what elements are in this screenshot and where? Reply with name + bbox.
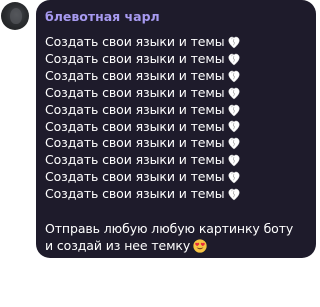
sender-avatar[interactable]: [1, 2, 29, 30]
message-line: Создать свои языки и темы: [45, 152, 306, 169]
message-lines: Создать свои языки и темы Создать свои яз…: [45, 34, 306, 203]
message-line-text: Создать свои языки и темы: [45, 50, 225, 66]
white-heart-emoji-icon: [228, 188, 240, 201]
white-heart-emoji-icon: [228, 87, 240, 99]
footer-line-2-wrap: и создай из нее темку: [45, 237, 306, 254]
message-line: Создать свои языки и темы: [45, 119, 306, 136]
message-line: Создать свои языки и темы: [45, 169, 306, 186]
message-line-text: Создать свои языки и темы: [45, 152, 225, 168]
footer-line-1: Отправь любую любую картинку боту: [45, 221, 294, 237]
white-heart-emoji-icon: [228, 70, 240, 83]
white-heart-emoji-icon: [228, 138, 240, 150]
message-footer: Отправь любую любую картинку боту и созд…: [45, 220, 306, 254]
white-heart-emoji-icon: [228, 171, 240, 184]
white-heart-emoji-icon: [228, 36, 240, 49]
message-line-text: Создать свои языки и темы: [45, 169, 225, 185]
message-line-text: Создать свои языки и темы: [45, 84, 225, 100]
message-line-text: Создать свои языки и темы: [45, 101, 225, 117]
white-heart-emoji-icon: [228, 53, 240, 66]
message-line: Создать свои языки и темы: [45, 102, 306, 119]
message-line-text: Создать свои языки и темы: [45, 118, 225, 134]
message-line: Создать свои языки и темы: [45, 68, 306, 85]
sender-name[interactable]: блевотная чарл: [45, 9, 306, 24]
message-line: Создать свои языки и темы: [45, 85, 306, 102]
white-heart-emoji-icon: [228, 155, 240, 167]
white-heart-emoji-icon: [228, 121, 240, 133]
message-bubble: блевотная чарл Создать свои языки и темы…: [36, 0, 316, 258]
message-line: Создать свои языки и темы: [45, 186, 306, 203]
message-line-text: Создать свои языки и темы: [45, 67, 225, 83]
message-line-text: Создать свои языки и темы: [45, 186, 225, 202]
message-line: Создать свои языки и темы: [45, 51, 306, 68]
message-line-text: Создать свои языки и темы: [45, 34, 225, 49]
message-line: Создать свои языки и темы: [45, 135, 306, 152]
message-line: Создать свои языки и темы: [45, 34, 306, 51]
white-heart-emoji-icon: [228, 104, 240, 116]
heart-eyes-emoji-icon: [193, 239, 207, 253]
message-line-text: Создать свои языки и темы: [45, 135, 225, 151]
footer-line-2: и создай из нее темку: [45, 238, 191, 254]
